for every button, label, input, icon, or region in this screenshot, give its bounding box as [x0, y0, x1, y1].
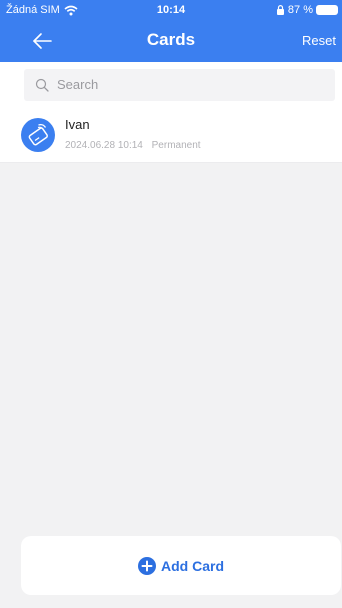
card-meta: 2024.06.28 10:14 Permanent — [65, 140, 201, 151]
status-right: 87 % — [276, 0, 338, 20]
card-datetime: 2024.06.28 10:14 — [65, 140, 143, 151]
card-name: Ivan — [65, 117, 90, 132]
search-icon — [35, 78, 49, 92]
search-section: Search — [0, 62, 342, 110]
battery-percent: 87 % — [287, 4, 313, 16]
navigation-bar: Cards Reset — [0, 20, 342, 62]
orientation-lock-icon — [276, 5, 284, 15]
page-title: Cards — [146, 30, 196, 49]
card-list-item[interactable]: Ivan 2024.06.28 10:14 Permanent — [0, 110, 342, 163]
app-header: Žádná SIM 10:14 87 % Cards Reset — [0, 0, 342, 62]
card-validity: Permanent — [151, 140, 201, 151]
status-bar: Žádná SIM 10:14 87 % — [0, 0, 342, 20]
add-card-button[interactable]: Add Card — [21, 536, 341, 595]
add-card-label: Add Card — [161, 557, 224, 574]
plus-circle-icon — [138, 556, 156, 575]
card-icon — [21, 118, 55, 152]
search-input[interactable]: Search — [24, 69, 335, 101]
battery-icon — [316, 5, 338, 15]
reset-button[interactable]: Reset — [302, 33, 336, 48]
search-placeholder: Search — [57, 77, 99, 92]
